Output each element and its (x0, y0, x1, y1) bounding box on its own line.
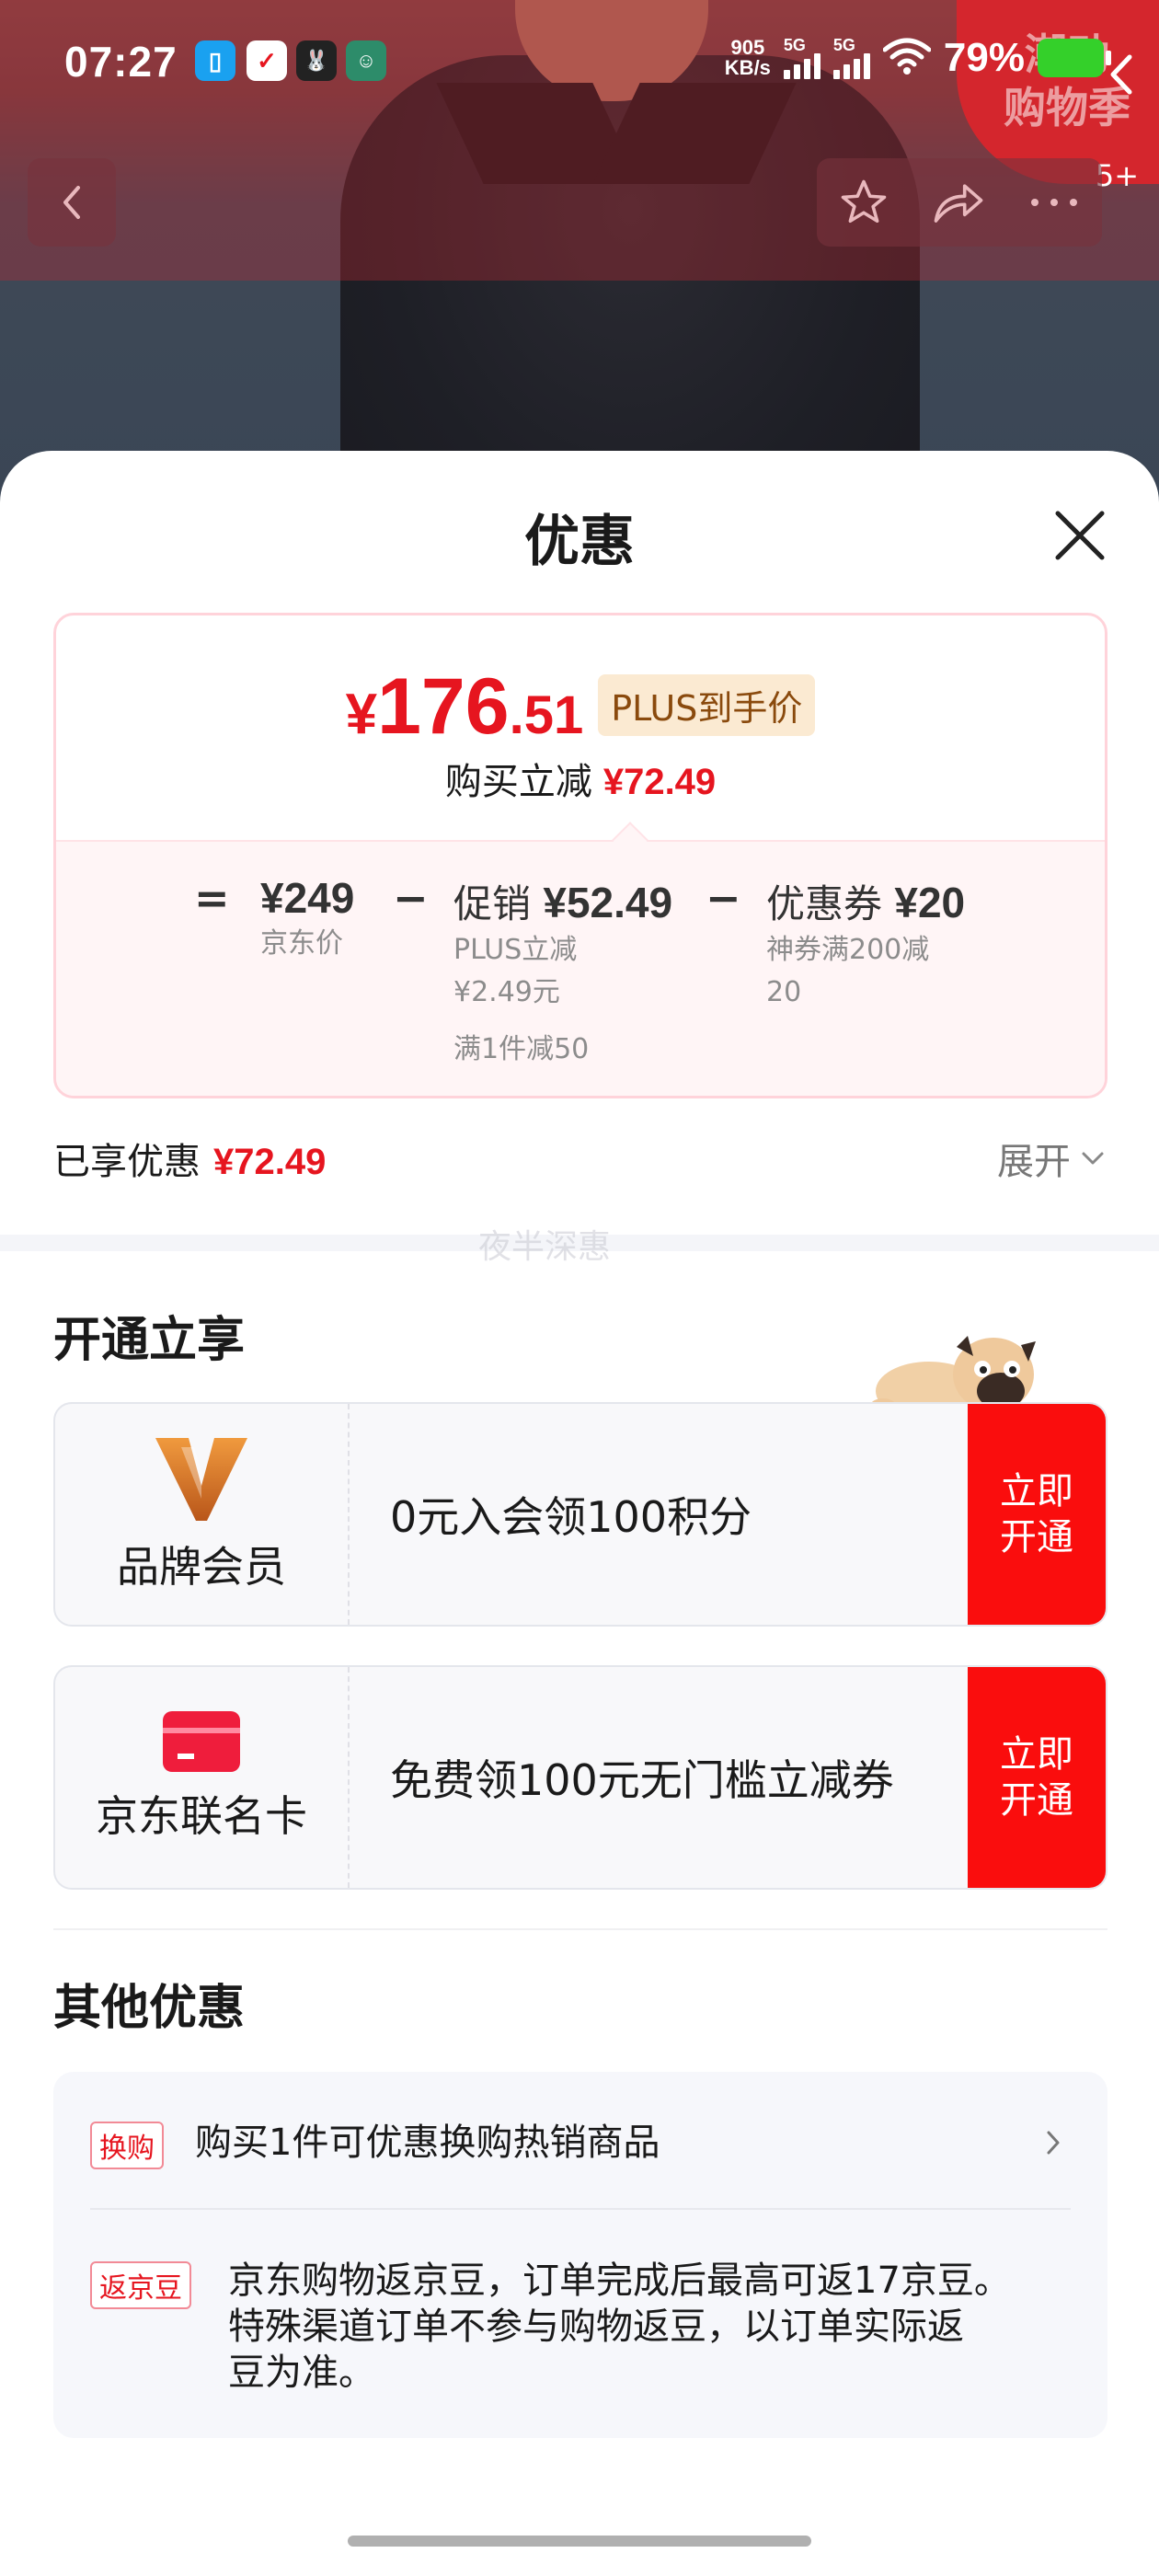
other-discounts-box: 换购 购买1件可优惠换购热销商品 返京豆 京东购物返京豆，订单完成后最高可返17… (53, 2072, 1107, 2438)
phone-app-icon: ▯ (195, 40, 235, 81)
expand-button[interactable]: 展开 (997, 1132, 1106, 1185)
price-breakdown: = ¥249 京东价 − 促销 ¥52.49 PLUS立减 ¥2.49元 满1件… (56, 840, 1105, 1096)
expand-label: 展开 (997, 1141, 1071, 1183)
final-price-row: ¥176.51 PLUS到手价 (56, 661, 1105, 753)
promo-sub-3: 满1件减50 (453, 1033, 590, 1065)
share-icon[interactable] (932, 179, 985, 225)
jd-price-label: 京东价 (260, 927, 343, 960)
coupon-amount: ¥20 (894, 879, 966, 926)
item-separator (90, 2208, 1071, 2210)
bean-text-3: 豆为准。 (228, 2352, 375, 2394)
brand-member-card[interactable]: 品牌会员 0元入会领100积分 立即 开通 (53, 1402, 1107, 1627)
chevron-left-icon (63, 186, 80, 219)
promo-sub-2: ¥2.49元 (453, 976, 560, 1008)
price-currency: ¥ (345, 683, 378, 746)
chevron-down-icon (1082, 1152, 1104, 1165)
exchange-text: 购买1件可优惠换购热销商品 (195, 2122, 660, 2164)
signal-icon-1: 5G (783, 36, 820, 79)
minus-sign-2: − (706, 873, 741, 923)
open-section-title: 开通立享 (53, 1313, 246, 1368)
back-button[interactable] (28, 158, 116, 247)
brand-member-open-button[interactable]: 立即 开通 (968, 1404, 1106, 1625)
minus-sign-1: − (393, 873, 429, 923)
brand-member-left: 品牌会员 (55, 1404, 350, 1625)
reduce-amount: ¥72.49 (602, 762, 717, 802)
credit-card-icon (163, 1711, 240, 1772)
promo-sub-1: PLUS立减 (453, 934, 578, 966)
jd-price-column: ¥249 京东价 (260, 873, 354, 965)
jd-cobrand-open-button[interactable]: 立即 开通 (968, 1667, 1106, 1888)
price-summary: ¥176.51 PLUS到手价 购买立减 ¥72.49 (56, 615, 1105, 840)
discount-sheet: 优惠 ¥176.51 PLUS到手价 购买立减 ¥72.49 = ¥249 京东价… (0, 451, 1159, 2576)
btn-line-2: 开通 (1000, 1516, 1073, 1558)
section-separator (53, 1928, 1107, 1930)
coupon-sub-2: 20 (766, 976, 802, 1008)
status-indicators: 905 KB/s 5G 5G 79% (725, 35, 1111, 81)
close-button[interactable] (1050, 506, 1109, 565)
brand-v-logo-icon (155, 1438, 247, 1521)
brand-member-desc: 0元入会领100积分 (390, 1492, 752, 1542)
signal-1-label: 5G (783, 36, 806, 54)
reduce-row: 购买立减 ¥72.49 (56, 752, 1105, 805)
home-indicator[interactable] (348, 2536, 811, 2547)
brand-member-name: 品牌会员 (117, 1542, 286, 1592)
net-speed-unit: KB/s (724, 56, 771, 79)
btn-line-1: 立即 (1000, 1733, 1073, 1776)
other-section-title: 其他优惠 (53, 1981, 246, 2036)
price-integer: 176 (377, 662, 510, 751)
jd-cobrand-left: 京东联名卡 (55, 1667, 350, 1888)
promo-label: 促销 (453, 881, 532, 926)
enjoyed-discount: 已享优惠 ¥72.49 (53, 1132, 326, 1185)
jd-app-icon: ✓ (247, 40, 287, 81)
coupon-column: 优惠券 ¥20 神券满200减 20 (766, 873, 965, 1014)
signal-icon-2: 5G (832, 36, 870, 79)
promo-amount: ¥52.49 (543, 879, 673, 926)
bean-tag: 返京豆 (90, 2261, 191, 2309)
net-speed-value: 905 (730, 36, 765, 59)
enjoyed-label: 已享优惠 (53, 1141, 201, 1183)
exchange-tag: 换购 (90, 2122, 164, 2169)
signal-2-label: 5G (832, 36, 855, 54)
equals-sign: = (194, 873, 230, 923)
coupon-sub-1: 神券满200减 (766, 934, 930, 966)
price-decimal: .51 (509, 685, 584, 745)
close-icon (1055, 511, 1105, 560)
price-card: ¥176.51 PLUS到手价 购买立减 ¥72.49 = ¥249 京东价 − … (53, 613, 1107, 1098)
status-time: 07:27 (64, 38, 178, 86)
chevron-right-icon (1047, 2131, 1060, 2155)
sheet-title: 优惠 (524, 510, 635, 574)
wifi-icon (882, 37, 932, 80)
reduce-label: 购买立减 (444, 761, 592, 803)
jd-cobrand-card[interactable]: 京东联名卡 免费领100元无门槛立减券 立即 开通 (53, 1665, 1107, 1890)
battery-icon (1038, 39, 1111, 77)
more-icon[interactable] (1028, 196, 1080, 209)
jd-price: ¥249 (260, 874, 355, 922)
exchange-item[interactable]: 换购 购买1件可优惠换购热销商品 (53, 2072, 1107, 2208)
bean-text-2: 特殊渠道订单不参与购物返豆，以订单实际返 (228, 2306, 964, 2348)
final-price: ¥176.51 (346, 661, 584, 753)
jd-cobrand-name: 京东联名卡 (96, 1791, 307, 1841)
btn-line-2: 开通 (1000, 1779, 1073, 1822)
jd-cobrand-desc: 免费领100元无门槛立减券 (390, 1755, 894, 1805)
promo-column: 促销 ¥52.49 PLUS立减 ¥2.49元 满1件减50 (453, 873, 672, 1071)
net-speed: 905 KB/s (725, 38, 771, 78)
enjoyed-amount: ¥72.49 (213, 1142, 327, 1182)
avatar-app-icon: ☺ (346, 40, 386, 81)
coupon-label: 优惠券 (766, 881, 883, 926)
status-bar: 07:27 ▯ ✓ 🐰 ☺ 905 KB/s 5G 5G 79% (0, 0, 1159, 129)
bean-text-1: 京东购物返京豆，订单完成后最高可返17京豆。 (228, 2260, 1011, 2302)
plus-price-tag: PLUS到手价 (598, 674, 816, 736)
top-actions (817, 158, 1102, 247)
star-icon[interactable] (839, 178, 889, 227)
battery-percent: 79% (943, 35, 1025, 80)
bunny-app-icon: 🐰 (296, 40, 337, 81)
watermark: 夜半深惠 (478, 1228, 612, 1266)
btn-line-1: 立即 (1000, 1470, 1073, 1512)
